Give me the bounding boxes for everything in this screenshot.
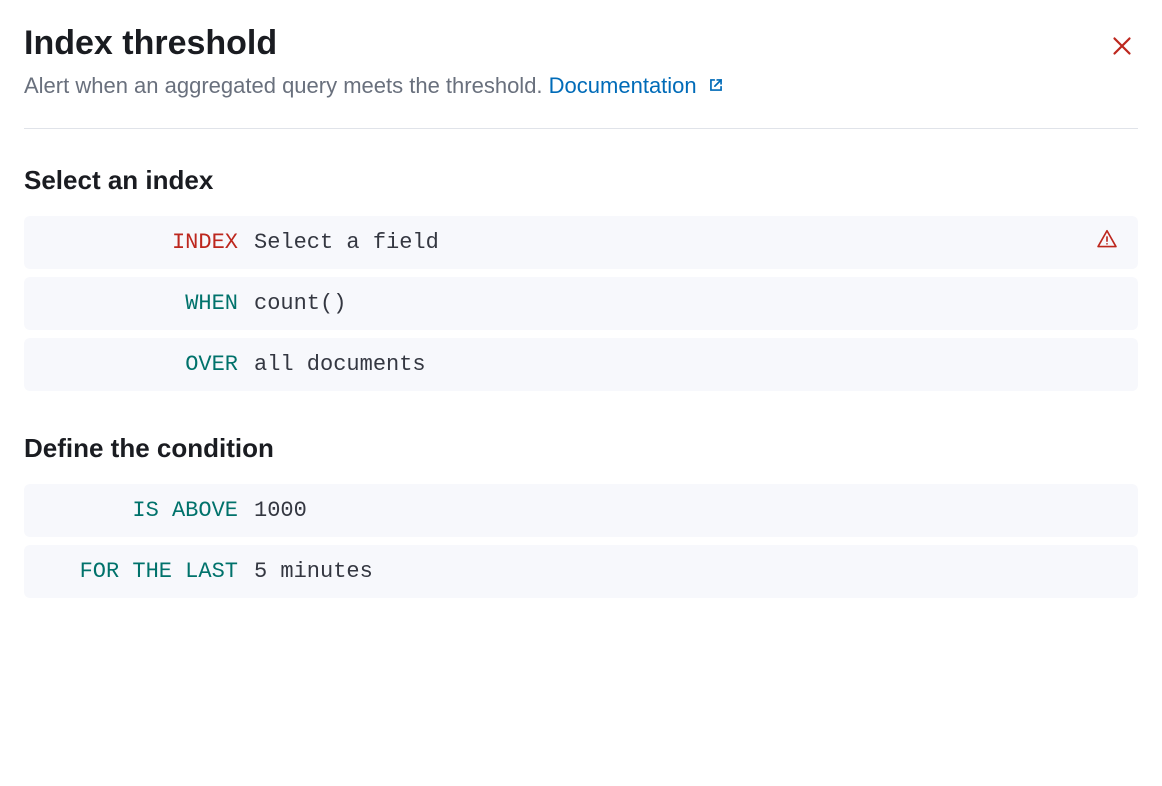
for-the-last-value: 5 minutes [254,559,1118,584]
is-above-expression-row[interactable]: IS ABOVE 1000 [24,484,1138,537]
over-value: all documents [254,352,1118,377]
close-button[interactable] [1106,30,1138,65]
page-subtitle: Alert when an aggregated query meets the… [24,73,725,100]
documentation-link[interactable]: Documentation [549,73,725,98]
is-above-keyword: IS ABOVE [132,498,238,523]
subtitle-text: Alert when an aggregated query meets the… [24,73,543,98]
define-condition-section: Define the condition IS ABOVE 1000 FOR T… [24,433,1138,598]
define-condition-title: Define the condition [24,433,1138,464]
over-expression-row[interactable]: OVER all documents [24,338,1138,391]
warning-icon [1096,228,1118,257]
close-icon [1110,46,1134,61]
is-above-value: 1000 [254,498,1118,523]
for-the-last-keyword: FOR THE LAST [80,559,238,584]
index-value: Select a field [254,230,1118,255]
when-keyword: WHEN [185,291,238,316]
select-index-section: Select an index INDEX Select a field WHE… [24,165,1138,391]
documentation-link-label: Documentation [549,73,697,98]
over-keyword: OVER [185,352,238,377]
index-keyword: INDEX [172,230,238,255]
external-link-icon [707,74,725,100]
when-value: count() [254,291,1118,316]
select-index-title: Select an index [24,165,1138,196]
for-the-last-expression-row[interactable]: FOR THE LAST 5 minutes [24,545,1138,598]
when-expression-row[interactable]: WHEN count() [24,277,1138,330]
index-expression-row[interactable]: INDEX Select a field [24,216,1138,269]
header-divider [24,128,1138,129]
page-title: Index threshold [24,24,725,63]
